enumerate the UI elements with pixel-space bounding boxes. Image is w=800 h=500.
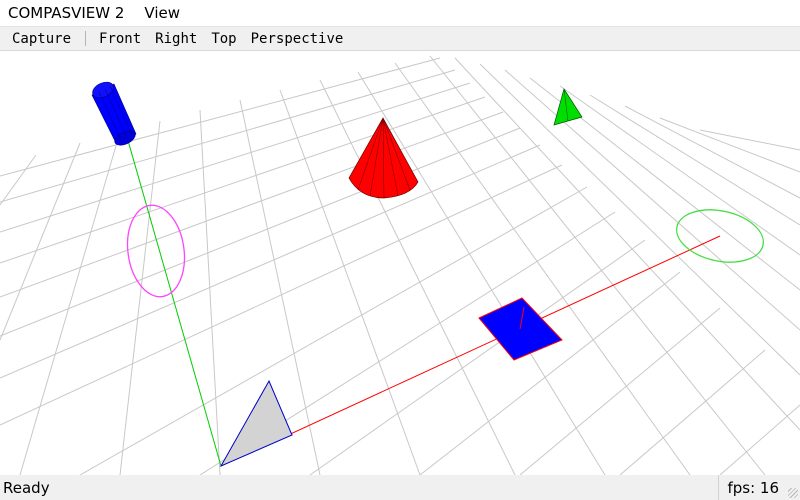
grid-line — [199, 109, 221, 475]
front-view-button[interactable]: Front — [92, 31, 148, 47]
cone-object — [348, 117, 419, 199]
grid-line — [719, 404, 800, 475]
cylinder-object — [91, 81, 137, 146]
scene-canvas[interactable] — [0, 51, 800, 475]
status-text: Ready — [3, 479, 50, 497]
magenta-circle — [126, 204, 186, 298]
grid-line — [659, 117, 800, 173]
small-cone-object — [553, 88, 583, 126]
view-menu[interactable]: View — [136, 4, 188, 22]
grid-line — [357, 71, 606, 475]
y-axis-line — [124, 129, 222, 467]
resize-grip-icon[interactable] — [788, 488, 798, 498]
grid-line — [0, 144, 541, 379]
menubar: COMPASVIEW 2 View — [0, 0, 800, 26]
grid-line — [504, 69, 800, 331]
grid-line — [309, 239, 646, 475]
grid-line — [624, 105, 800, 199]
grid-line — [0, 164, 563, 426]
perspective-view-button[interactable]: Perspective — [244, 31, 351, 47]
3d-viewport[interactable] — [0, 51, 800, 475]
grid-line — [699, 129, 800, 151]
toolbar: Capture Front Right Top Perspective — [0, 26, 800, 51]
grid-line — [454, 57, 800, 431]
grid-line — [429, 55, 766, 475]
x-axis-line — [220, 235, 721, 467]
toolbar-separator — [85, 31, 87, 46]
grid-line — [19, 131, 121, 475]
grid-line — [559, 85, 800, 256]
capture-button[interactable]: Capture — [0, 31, 79, 47]
statusbar: Ready fps: 16 — [0, 475, 800, 500]
grid-line — [119, 120, 161, 475]
app-title-menu[interactable]: COMPASVIEW 2 — [0, 4, 136, 22]
grid-line — [0, 154, 37, 206]
triangle-object — [219, 379, 293, 468]
right-view-button[interactable]: Right — [148, 31, 204, 47]
top-view-button[interactable]: Top — [204, 31, 243, 47]
grid-line — [319, 79, 516, 475]
